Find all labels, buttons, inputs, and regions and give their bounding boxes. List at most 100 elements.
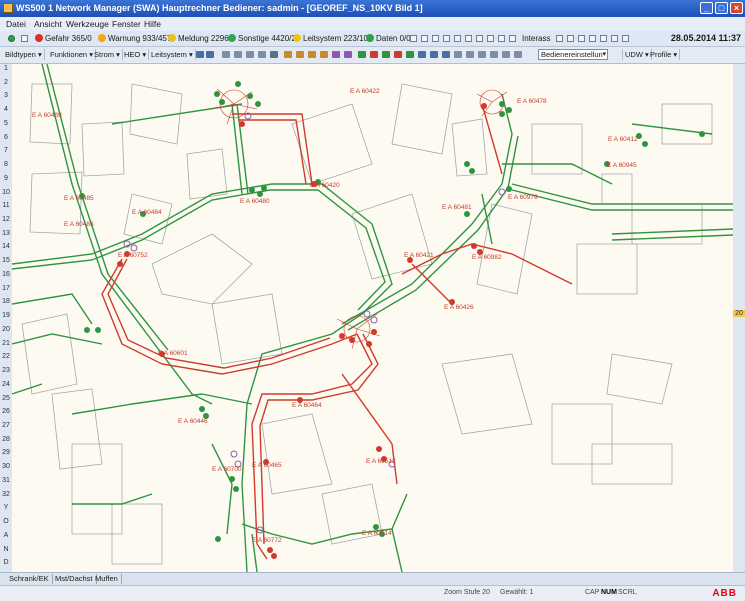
menu-werkzeuge[interactable]: Werkzeuge [66, 19, 109, 29]
station-label[interactable]: E A 60480 [240, 198, 270, 205]
station-label[interactable]: E A 60420 [310, 182, 340, 189]
station-label[interactable]: E A 60601 [158, 350, 188, 357]
station-label[interactable]: E A 60484 [132, 209, 162, 216]
tool-icon[interactable] [514, 51, 522, 58]
zoom-in-icon[interactable] [358, 51, 366, 58]
station-label[interactable]: E A 60485 [64, 195, 94, 202]
ruler-label: 6 [4, 133, 8, 141]
tool-icon[interactable] [284, 51, 292, 58]
refresh-icon[interactable] [8, 35, 15, 42]
tool-icon[interactable] [332, 51, 340, 58]
status-daten[interactable]: Daten 0/0 [366, 33, 411, 44]
station-label[interactable]: E A 60464 [292, 402, 322, 409]
status-warnung[interactable]: Warnung 933/457 [98, 33, 171, 44]
station-label[interactable]: E A 60700 [212, 466, 242, 473]
station-label[interactable]: E A 60752 [118, 252, 148, 259]
menu-datei[interactable]: Datei [6, 19, 26, 29]
tool-icon[interactable] [556, 35, 563, 42]
tool-icon[interactable] [421, 35, 428, 42]
tool-icon[interactable] [418, 51, 426, 58]
station-label[interactable]: E A 60478 [517, 98, 547, 105]
tool-icon[interactable] [410, 35, 417, 42]
tool-icon[interactable] [611, 35, 618, 42]
map-canvas[interactable]: E A 60422 E A 60478 E A 60489 E A 60420 … [12, 64, 733, 572]
station-label[interactable]: E A 60512 [366, 458, 396, 465]
tool-icon[interactable] [476, 35, 483, 42]
tool-icon[interactable] [270, 51, 278, 58]
station-label[interactable]: E A 60514 [362, 530, 392, 537]
status-gefahr[interactable]: Gefahr 365/0 [35, 33, 92, 44]
leitsystem-menu[interactable]: Leitsystem ▾ [149, 49, 196, 60]
interass-button[interactable]: Interass [522, 33, 550, 44]
funktionen-menu[interactable]: Funktionen ▾ [48, 49, 96, 60]
tool-icon[interactable] [487, 35, 494, 42]
tool-icon[interactable] [246, 51, 254, 58]
close-button[interactable]: × [730, 2, 743, 14]
tool-icon[interactable] [589, 35, 596, 42]
tool-icon[interactable] [344, 51, 352, 58]
tool-icon[interactable] [454, 51, 462, 58]
tool-icon[interactable] [600, 35, 607, 42]
forward-arrow-icon[interactable] [206, 51, 214, 58]
tool-icon[interactable] [578, 35, 585, 42]
tool-icon[interactable] [296, 51, 304, 58]
tool-icon[interactable] [222, 51, 230, 58]
violet-nodes-layer[interactable] [123, 112, 506, 534]
station-label[interactable]: E A 60426 [444, 304, 474, 311]
profile-menu[interactable]: Profile ▾ [648, 49, 681, 60]
tool-icon[interactable] [442, 51, 450, 58]
tool-icon[interactable] [308, 51, 316, 58]
station-label[interactable]: E A 60486 [64, 221, 94, 228]
tool-icon[interactable] [454, 35, 461, 42]
station-label[interactable]: E A 60982 [472, 254, 502, 261]
tool-icon[interactable] [509, 35, 516, 42]
tool-icon[interactable] [430, 51, 438, 58]
station-label[interactable]: E A 60489 [32, 112, 62, 119]
tool-icon[interactable] [498, 35, 505, 42]
tab-mast-dachst[interactable]: Mst/Dachst [52, 574, 97, 584]
zoom-out-icon[interactable] [370, 51, 378, 58]
menu-hilfe[interactable]: Hilfe [144, 19, 161, 29]
tool-icon[interactable] [394, 51, 402, 58]
tool-icon[interactable] [490, 51, 498, 58]
tab-schrank[interactable]: Schrank/EK [6, 574, 53, 584]
tool-icon[interactable] [443, 35, 450, 42]
maximize-button[interactable]: □ [715, 2, 728, 14]
strom-menu[interactable]: Strom ▾ [92, 49, 123, 60]
menu-fenster[interactable]: Fenster [112, 19, 141, 29]
tool-icon[interactable] [320, 51, 328, 58]
tool-icon[interactable] [502, 51, 510, 58]
menu-ansicht[interactable]: Ansicht [34, 19, 62, 29]
red-nodes-layer[interactable] [117, 103, 487, 559]
tool-icon[interactable] [258, 51, 266, 58]
station-label[interactable]: E A 60465 [252, 462, 282, 469]
tool-icon[interactable] [382, 51, 390, 58]
station-label[interactable]: E A 60772 [252, 537, 282, 544]
back-arrow-icon[interactable] [196, 51, 204, 58]
settings-select[interactable]: Bedienereinstellun ▾ [538, 49, 608, 60]
station-label[interactable]: E A 60421 [404, 252, 434, 259]
tool-icon[interactable] [466, 51, 474, 58]
bildtypen-menu[interactable]: Bildtypen ▾ [3, 49, 45, 60]
green-nodes-layer[interactable] [79, 81, 705, 542]
status-leitsystem[interactable]: Leitsystem 223/104 [293, 33, 372, 44]
station-label[interactable]: E A 60422 [350, 88, 380, 95]
status-meldung[interactable]: Meldung 2296/0 [168, 33, 235, 44]
heo-menu[interactable]: HEO ▾ [122, 49, 150, 60]
station-label[interactable]: E A 60945 [607, 162, 637, 169]
tool-icon[interactable] [622, 35, 629, 42]
station-label[interactable]: E A 60446 [178, 418, 208, 425]
search-icon[interactable] [21, 35, 28, 42]
tool-icon[interactable] [465, 35, 472, 42]
minimize-button[interactable]: _ [700, 2, 713, 14]
tool-icon[interactable] [478, 51, 486, 58]
status-sonstige[interactable]: Sonstige 4420/2 [228, 33, 296, 44]
tool-icon[interactable] [234, 51, 242, 58]
tool-icon[interactable] [567, 35, 574, 42]
station-label[interactable]: E A 60481 [442, 204, 472, 211]
tab-muffen[interactable]: Muffen [92, 574, 122, 584]
tool-icon[interactable] [432, 35, 439, 42]
tool-icon[interactable] [406, 51, 414, 58]
station-label[interactable]: E A 60979 [508, 194, 538, 201]
station-label[interactable]: E A 60412 [608, 136, 638, 143]
